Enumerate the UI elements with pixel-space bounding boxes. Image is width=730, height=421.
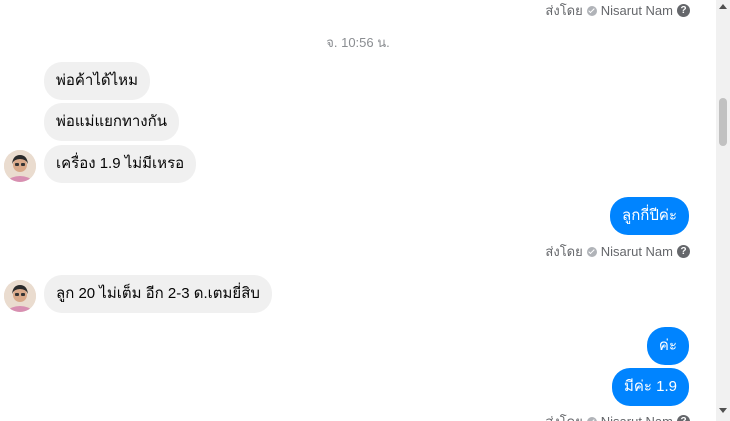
vertical-scrollbar[interactable] [716,0,730,421]
contact-avatar[interactable] [4,280,36,312]
outgoing-message[interactable]: มีค่ะ 1.9 [612,368,689,406]
help-icon[interactable]: ? [677,4,690,17]
sent-check-icon [586,246,597,257]
incoming-message[interactable]: เครื่อง 1.9 ไม่มีเหรอ [44,145,197,183]
scroll-down-arrow-icon[interactable] [719,408,727,413]
sent-by-label: ส่งโดย [545,411,582,421]
sender-name[interactable]: Nisarut Nam [601,244,673,259]
sent-by-status: ส่งโดย Nisarut Nam ? [545,0,690,21]
sender-name[interactable]: Nisarut Nam [601,414,673,421]
message-timestamp: จ. 10:56 น. [326,35,390,50]
sent-by-status: ส่งโดย Nisarut Nam ? [545,241,690,262]
incoming-message[interactable]: พ่อค้าได้ไหม [44,62,150,100]
sent-by-status: ส่งโดย Nisarut Nam ? [545,411,690,421]
avatar-image [4,150,36,182]
sender-name[interactable]: Nisarut Nam [601,3,673,18]
contact-avatar[interactable] [4,150,36,182]
sent-check-icon [586,416,597,421]
scrollbar-thumb[interactable] [719,98,727,146]
scroll-up-arrow-icon[interactable] [719,4,727,9]
message-thread: ส่งโดย Nisarut Nam ? จ. 10:56 น. พ่อค้าไ… [0,0,716,421]
help-icon[interactable]: ? [677,415,690,421]
sent-by-label: ส่งโดย [545,244,583,259]
incoming-message[interactable]: พ่อแม่แยกทางกัน [44,103,179,141]
outgoing-message[interactable]: ค่ะ [646,327,689,365]
sent-by-label: ส่งโดย [545,3,583,18]
outgoing-message[interactable]: ลูกกี่ปีค่ะ [610,197,689,235]
sent-check-icon [586,5,597,16]
help-icon[interactable]: ? [677,245,690,258]
incoming-message[interactable]: ลูก 20 ไม่เต็ม อีก 2-3 ด.เตมยี่สิบ [44,275,272,313]
avatar-image [4,280,36,312]
